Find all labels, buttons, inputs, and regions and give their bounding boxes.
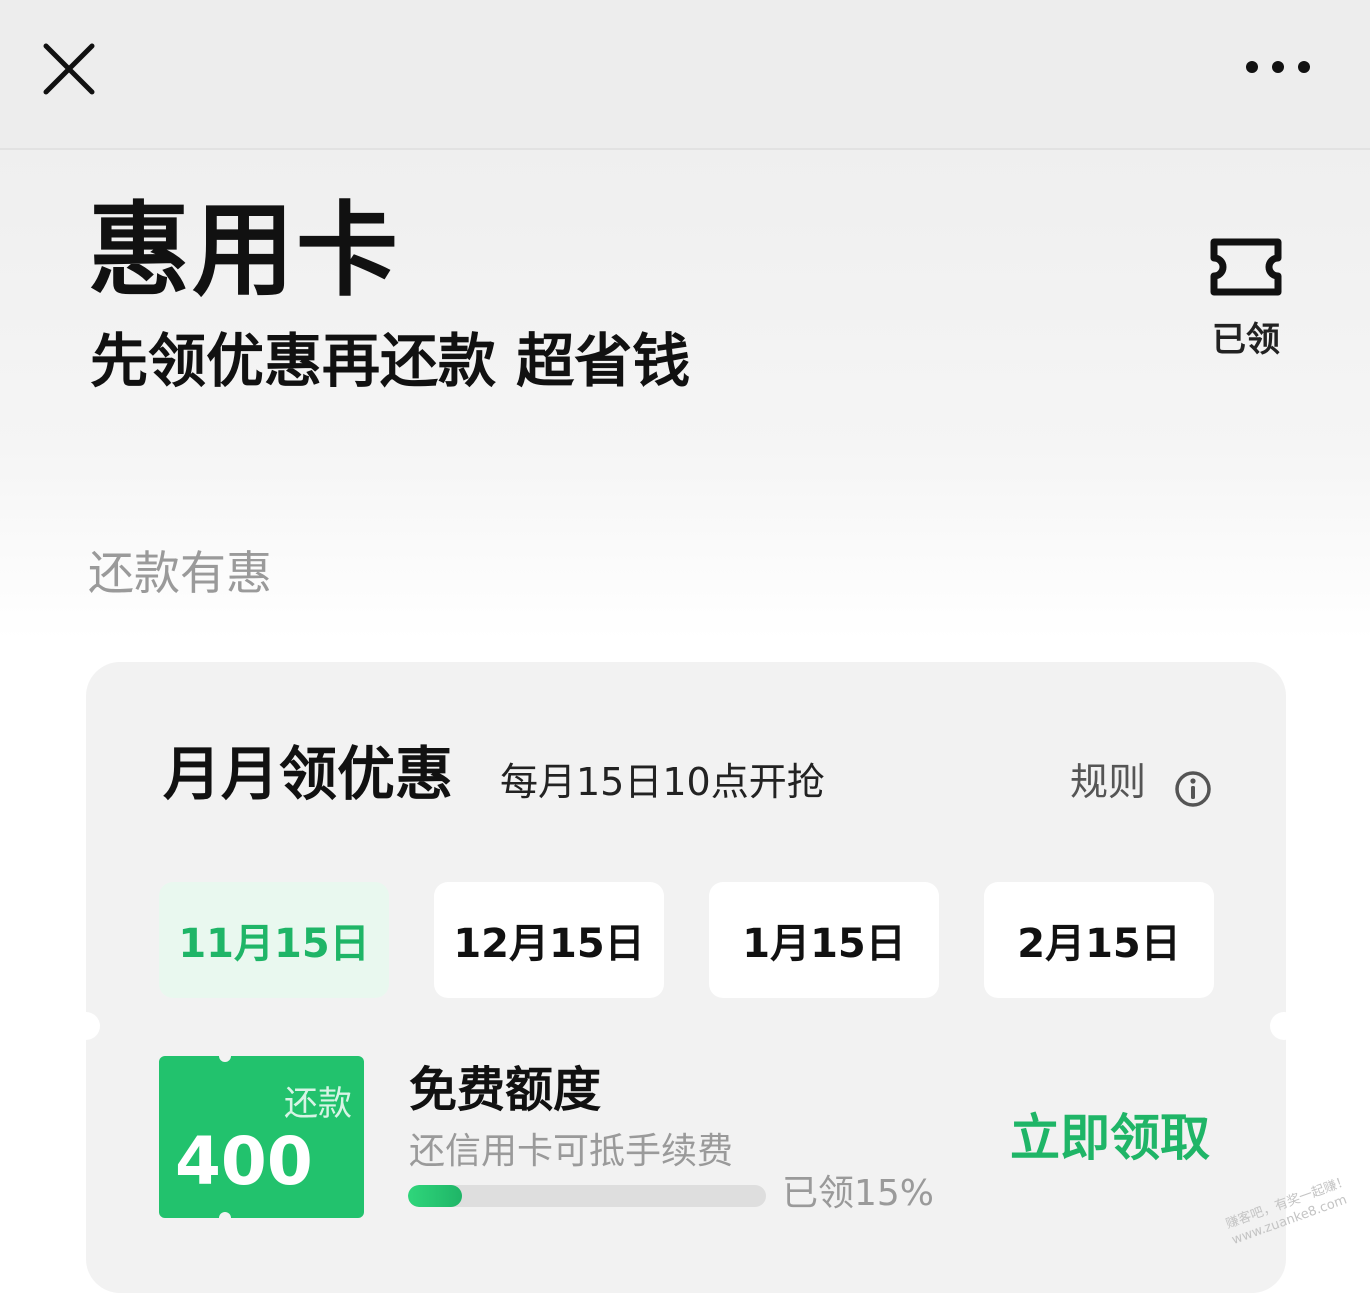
badge-notch-bottom xyxy=(219,1212,231,1218)
date-tab-nov-15[interactable]: 11月15日 xyxy=(159,882,389,998)
claim-now-button[interactable]: 立即领取 xyxy=(1010,1108,1210,1168)
close-icon xyxy=(43,43,95,95)
claimed-coupons-button[interactable]: 已领 xyxy=(1196,236,1296,361)
section-heading: 还款有惠 xyxy=(88,546,272,600)
monthly-offer-title: 月月领优惠 xyxy=(163,740,454,808)
ticket-icon xyxy=(1210,238,1282,296)
info-icon[interactable] xyxy=(1174,770,1212,808)
close-button[interactable] xyxy=(40,40,98,98)
date-tab-feb-15[interactable]: 2月15日 xyxy=(984,882,1214,998)
coupon-amount: 400 xyxy=(175,1123,313,1200)
top-bar xyxy=(0,0,1370,150)
page-title: 惠用卡 xyxy=(88,192,400,311)
monthly-offer-schedule: 每月15日10点开抢 xyxy=(500,760,825,804)
claim-progress-fill xyxy=(408,1185,462,1207)
claim-progress-bar xyxy=(408,1185,766,1207)
badge-notch-top xyxy=(219,1056,231,1062)
coupon-description: 还信用卡可抵手续费 xyxy=(409,1131,734,1172)
date-tab-jan-15[interactable]: 1月15日 xyxy=(709,882,939,998)
claim-progress-text: 已领15% xyxy=(782,1173,935,1214)
more-dots-icon xyxy=(1246,61,1310,73)
coupon-name: 免费额度 xyxy=(409,1062,602,1118)
page-subtitle: 先领优惠再还款 超省钱 xyxy=(90,327,691,395)
rules-link[interactable]: 规则 xyxy=(1070,760,1146,806)
card-notch-left xyxy=(72,1012,100,1040)
date-tab-dec-15[interactable]: 12月15日 xyxy=(434,882,664,998)
card-notch-right xyxy=(1270,1012,1298,1040)
more-options-button[interactable] xyxy=(1238,52,1318,82)
coupon-badge: 还款 400 xyxy=(159,1056,364,1218)
coupon-type-label: 还款 xyxy=(284,1084,352,1124)
claimed-label: 已领 xyxy=(1212,320,1280,360)
